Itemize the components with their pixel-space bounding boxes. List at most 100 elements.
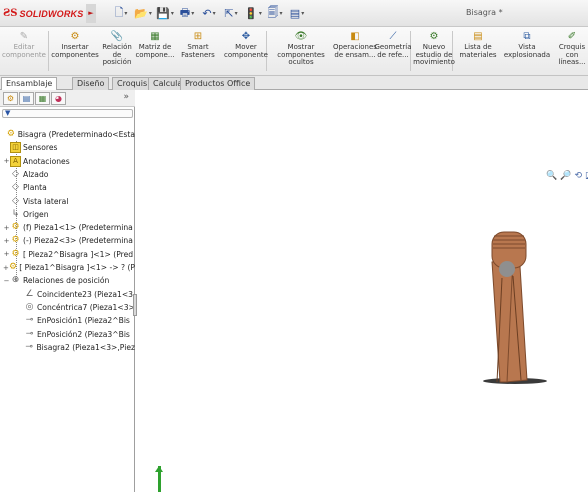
tree-node-label: Alzado	[23, 169, 49, 179]
tree-expander-icon[interactable]: +	[3, 237, 10, 245]
show-hidden-button[interactable]: 👁 Mostrar componentes ocultos	[270, 28, 332, 75]
command-label: Insertar componentes	[51, 43, 99, 59]
tab-croquis[interactable]: Croquis	[112, 77, 153, 90]
tree-node[interactable]: + ⚙[ Pieza2^Bisagra ]<1> (Pred	[3, 248, 135, 261]
previous-view-icon[interactable]: ⟲	[574, 171, 582, 181]
new-document-icon[interactable]: 🗋 ▾	[112, 5, 130, 21]
part-icon: ⚙	[11, 222, 20, 233]
lock-mate-icon: ⊸	[25, 315, 34, 326]
display-manager-icon[interactable]: ◕	[51, 92, 66, 105]
rebuild-icon[interactable]: 🚦 ▾	[244, 5, 262, 21]
bill-of-materials-button[interactable]: ▤ Lista de materiales	[455, 28, 501, 75]
tree-node[interactable]: ◇ Alzado	[3, 168, 135, 181]
print-icon[interactable]: 🖶 ▾	[178, 5, 196, 21]
explode-line-sketch-button[interactable]: ✐ Croquis con líneas...	[553, 28, 588, 75]
tree-node[interactable]: − ⊕ Relaciones de posición	[3, 274, 135, 287]
property-manager-icon[interactable]: ▤	[19, 92, 34, 105]
dropdown-arrow-icon[interactable]: ▾	[279, 10, 282, 17]
tree-node-label: (-) Pieza2<3> (Predetermina	[23, 236, 133, 246]
select-icon[interactable]: ⇱ ▾	[222, 5, 240, 21]
tree-expander-icon[interactable]: +	[3, 224, 10, 232]
tree-node[interactable]: ◎ Concéntrica7 (Pieza1<3>	[17, 301, 135, 314]
dropdown-arrow-icon[interactable]: ▾	[301, 10, 304, 17]
new-document-icon-glyph: 🗋	[114, 5, 124, 19]
dropdown-arrow-icon[interactable]: ▾	[235, 10, 238, 17]
reference-geometry-button[interactable]: ⟋ Geometría de refe...	[373, 28, 413, 75]
dropdown-arrow-icon[interactable]: ▾	[191, 10, 194, 17]
tree-node-label: Bisagra2 (Pieza1<3>,Piez	[36, 342, 135, 352]
tree-expander-icon[interactable]: +	[3, 157, 10, 165]
graphics-area[interactable]: 🔍🔎⟲◪▣◧◔●◍▭	[136, 90, 588, 492]
tree-node[interactable]: ◇ Vista lateral	[3, 195, 135, 208]
tree-node-label: Origen	[23, 209, 49, 219]
expand-panel-icon[interactable]: »	[123, 92, 129, 102]
tree-node[interactable]: + ⚙ (-) Pieza2<3> (Predetermina	[3, 234, 135, 247]
smart-fasteners-button[interactable]: ⊞ Smart Fasteners	[176, 28, 220, 75]
command-label: Mover componente	[224, 43, 268, 59]
tree-node[interactable]: ⊸ EnPosición2 (Pieza3^Bis	[17, 328, 135, 341]
heads-up-view-toolbar: 🔍🔎⟲◪▣◧◔●◍▭	[546, 169, 588, 183]
tree-node[interactable]: ◫ Sensores	[3, 141, 135, 154]
tree-node-label: Vista lateral	[23, 196, 69, 206]
model-viewport[interactable]	[136, 90, 588, 492]
file-properties-icon-glyph: 🗐	[267, 5, 279, 19]
tree-node-label: (f) Pieza1<1> (Predetermina	[23, 223, 133, 233]
tree-node-label: Sensores	[23, 143, 58, 153]
tab-productos-office[interactable]: Productos Office	[180, 77, 256, 90]
zoom-to-fit-icon[interactable]: 🔍	[546, 171, 557, 181]
mate-button[interactable]: 📎 Relación de posición	[100, 28, 134, 75]
plane-icon: ◇	[12, 195, 19, 206]
tree-node[interactable]: ⚙ Bisagra (Predeterminado<Esta	[0, 128, 135, 141]
tree-node[interactable]: ⊸ Bisagra2 (Pieza1<3>,Piez	[17, 341, 135, 354]
solidworks-window: ƧS SOLIDWORKS ► 🗋 ▾ 📂 ▾ 💾 ▾ 🖶 ▾ ↶ ▾ ⇱ ▾ 🚦 ▾ 🗐 ▾ ▤ ▾ Bisag…	[0, 0, 588, 492]
tree-node[interactable]: + A Anotaciones	[3, 155, 135, 168]
plane-icon: ◇	[12, 168, 19, 179]
solidworks-logo[interactable]: ƧS SOLIDWORKS	[0, 0, 85, 27]
command-label: Lista de materiales	[459, 43, 497, 59]
dropdown-arrow-icon[interactable]: ▾	[259, 10, 262, 17]
tree-expander-icon[interactable]: +	[3, 250, 10, 258]
assembly-features-button[interactable]: ◧ Operaciones de ensam...	[333, 28, 377, 75]
tab-diseño[interactable]: Diseño	[72, 77, 110, 90]
tree-node[interactable]: ∠ Coincidente23 (Pieza1<3	[17, 288, 135, 301]
sensors-folder-icon: ◫	[10, 142, 21, 154]
open-folder-icon[interactable]: 📂 ▾	[134, 5, 152, 21]
annotations-icon: A	[10, 155, 21, 167]
tree-node[interactable]: ⊸ EnPosición1 (Pieza2^Bis	[17, 314, 135, 327]
dropdown-arrow-icon[interactable]: ▾	[171, 10, 174, 17]
motion-study-button[interactable]: ⚙ Nuevo estudio de movimiento	[413, 28, 455, 75]
tree-node[interactable]: ↳ Origen	[3, 208, 135, 221]
tab-ensamblaje[interactable]: Ensamblaje	[1, 77, 58, 91]
component-pattern-button[interactable]: ▦ Matriz de compone...	[134, 28, 176, 75]
options-icon[interactable]: ▤ ▾	[288, 5, 306, 21]
concentric-mate-icon: ◎	[25, 301, 34, 312]
reference-triad	[158, 466, 161, 492]
dropdown-arrow-icon[interactable]: ▾	[124, 10, 127, 17]
insert-components-button[interactable]: ⚙ Insertar componentes	[51, 28, 99, 75]
panel-collapse-handle[interactable]	[133, 294, 137, 316]
configuration-manager-icon[interactable]: ▦	[35, 92, 50, 105]
undo-icon[interactable]: ↶ ▾	[200, 5, 218, 21]
tree-node-label: Anotaciones	[23, 156, 70, 166]
command-label: Mostrar componentes ocultos	[277, 43, 325, 66]
assembly-icon: ⚙	[6, 129, 15, 139]
tree-filter[interactable]: ▼	[2, 109, 133, 118]
tree-node[interactable]: ◇ Planta	[3, 181, 135, 194]
dropdown-arrow-icon[interactable]: ▾	[149, 10, 152, 17]
file-properties-icon[interactable]: 🗐 ▾	[266, 5, 284, 21]
menu-expand-icon[interactable]: ►	[86, 4, 96, 23]
edit-component-button[interactable]: ✎ Editar componente	[2, 28, 46, 75]
save-icon[interactable]: 💾 ▾	[156, 5, 174, 21]
hinge-mate-icon: ⊸	[25, 341, 33, 352]
component-pattern-icon: ▦	[150, 31, 160, 42]
dropdown-arrow-icon[interactable]: ▾	[213, 10, 216, 17]
lock-mate-icon: ⊸	[25, 328, 34, 339]
tree-node[interactable]: + ⚙[ Pieza1^Bisagra ]<1> -> ? (P	[3, 261, 135, 274]
tree-node[interactable]: + ⚙ (f) Pieza1<1> (Predetermina	[3, 221, 135, 234]
zoom-area-icon[interactable]: 🔎	[560, 171, 571, 181]
featuremanager-tree-icon[interactable]: ⚙	[3, 92, 18, 105]
tree-node-label: Coincidente23 (Pieza1<3	[37, 289, 134, 299]
move-component-button[interactable]: ✥ Mover componente	[222, 28, 270, 75]
tree-expander-icon[interactable]: −	[3, 277, 10, 285]
exploded-view-button[interactable]: ⧉ Vista explosionada	[503, 28, 551, 75]
